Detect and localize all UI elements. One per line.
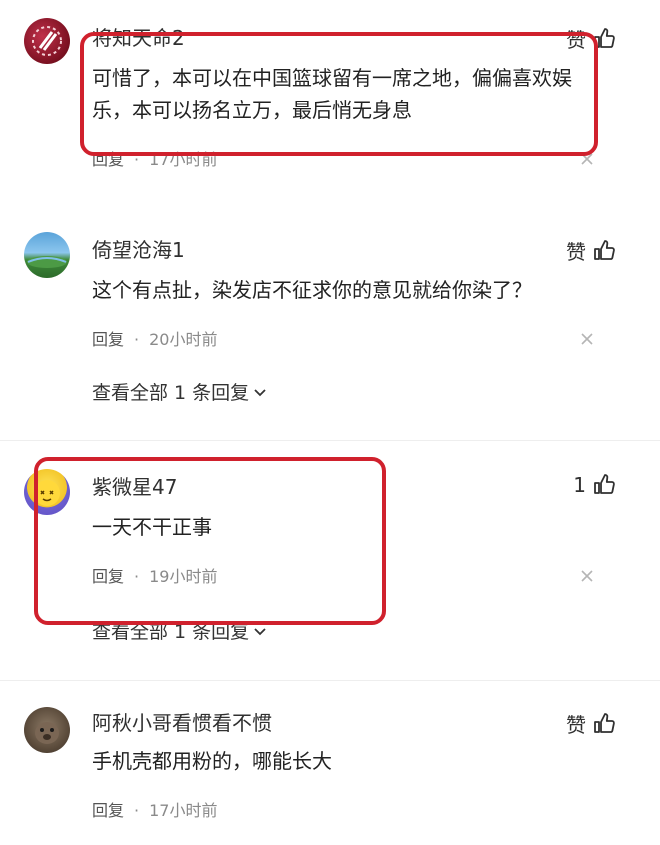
comment-meta: 回复 · 17小时前: [92, 797, 217, 821]
comment-item: 阿秋小哥看惯看不惯 赞 手机壳都用粉的，哪能长大 回复 · 17小时前: [0, 681, 660, 845]
like-label: 赞: [566, 240, 586, 264]
like-button[interactable]: 1: [573, 473, 616, 497]
username[interactable]: 阿秋小哥看惯看不惯: [92, 707, 272, 736]
meta-separator: ·: [134, 330, 140, 349]
animal-photo-icon: [35, 722, 59, 744]
comment-item: 将知天命2 赞 可惜了，本可以在中国篮球留有一席之地，偏偏喜欢娱乐，本可以扬名立…: [0, 0, 660, 200]
comment-time: 20小时前: [149, 330, 218, 349]
username[interactable]: 倚望沧海1: [92, 234, 185, 263]
chevron-down-icon: [254, 627, 266, 635]
avatar[interactable]: [24, 707, 70, 753]
close-icon[interactable]: [580, 332, 594, 346]
highlight-box: [34, 457, 386, 625]
like-button[interactable]: 赞: [566, 709, 616, 738]
like-count: 1: [573, 473, 586, 497]
avatar-pattern-icon: [32, 26, 62, 56]
comment-item: 紫微星47 1 一天不干正事 回复 · 19小时前 查看全部 1 条回复: [0, 441, 660, 681]
like-label: 赞: [566, 713, 586, 737]
thumbs-up-icon: [594, 712, 615, 733]
reply-button[interactable]: 回复: [92, 330, 124, 349]
highlight-box: [80, 32, 598, 156]
view-all-replies-link[interactable]: 查看全部 1 条回复: [92, 378, 267, 405]
meta-separator: ·: [134, 801, 140, 820]
comment-meta: 回复 · 20小时前: [92, 326, 217, 350]
reply-button[interactable]: 回复: [92, 801, 124, 820]
close-icon[interactable]: [580, 569, 594, 583]
thumbs-up-icon: [594, 239, 615, 260]
like-button[interactable]: 赞: [566, 236, 616, 265]
chevron-down-icon: [254, 388, 266, 396]
comment-text: 手机壳都用粉的，哪能长大: [92, 749, 332, 773]
landscape-icon: [27, 256, 67, 268]
avatar[interactable]: [24, 232, 70, 278]
comment-text: 这个有点扯，染发店不征求你的意见就给你染了？: [92, 278, 532, 302]
thumbs-up-icon: [594, 474, 615, 494]
view-all-label: 查看全部 1 条回复: [92, 382, 250, 404]
comment-time: 17小时前: [149, 801, 218, 820]
avatar[interactable]: [24, 18, 70, 64]
comment-item: 倚望沧海1 赞 这个有点扯，染发店不征求你的意见就给你染了？ 回复 · 20小时前 …: [0, 200, 660, 440]
